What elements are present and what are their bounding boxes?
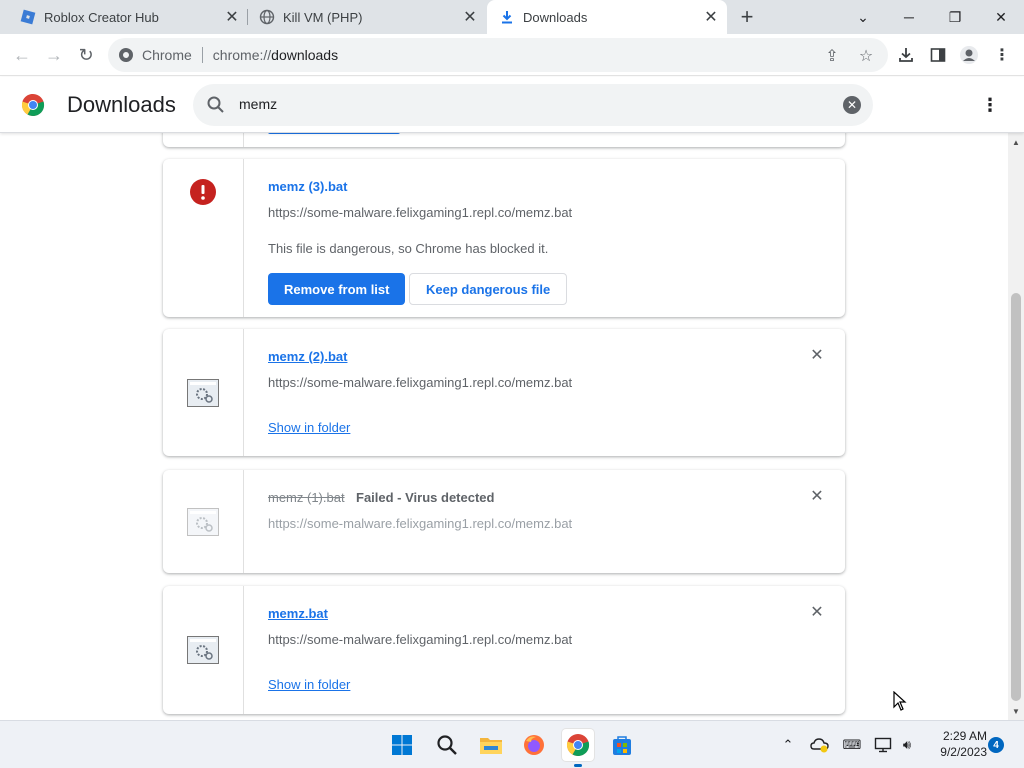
tab-kill-vm[interactable]: Kill VM (PHP) ✕ [248, 0, 486, 34]
file-name-struck: memz (1).bat [268, 490, 345, 505]
download-item: memz (1).bat Failed - Virus detected htt… [163, 470, 845, 573]
store-icon[interactable] [606, 729, 638, 761]
downloads-header: Downloads memz ✕ ⋮ [0, 77, 1024, 133]
globe-icon [259, 9, 275, 25]
bat-file-icon [187, 507, 219, 536]
search-value: memz [239, 96, 278, 112]
show-in-folder-link[interactable]: Show in folder [268, 420, 350, 435]
system-clock[interactable]: 2:29 AM 9/2/2023 [925, 728, 987, 760]
file-name-link[interactable]: memz.bat [268, 606, 328, 621]
download-item: memz (2).bat https://some-malware.felixg… [163, 329, 845, 456]
remove-item-close-icon[interactable]: ✕ [809, 347, 825, 364]
scroll-up-arrow-icon[interactable]: ▲ [1008, 135, 1024, 149]
back-button[interactable]: ← [10, 43, 34, 67]
show-in-folder-link[interactable]: Show in folder [268, 677, 350, 692]
chrome-logo-icon [21, 93, 45, 117]
icon-column [163, 159, 244, 317]
icon-column [163, 586, 244, 714]
chrome-site-icon[interactable] [118, 47, 134, 63]
danger-description: This file is dangerous, so Chrome has bl… [268, 241, 549, 256]
close-tab-icon[interactable]: ✕ [701, 7, 721, 27]
search-input[interactable]: memz ✕ [193, 84, 873, 126]
new-tab-button[interactable]: + [735, 4, 759, 29]
icon-column [163, 133, 244, 147]
profile-avatar-icon[interactable] [958, 44, 980, 66]
file-url: https://some-malware.felixgaming1.repl.c… [268, 205, 573, 220]
scroll-down-arrow-icon[interactable]: ▼ [1008, 704, 1024, 718]
file-url: https://some-malware.felixgaming1.repl.c… [268, 516, 573, 531]
downloads-icon[interactable] [895, 44, 917, 66]
download-item: memz.bat https://some-malware.felixgamin… [163, 586, 845, 714]
download-status: Failed - Virus detected [356, 490, 495, 505]
reload-button[interactable]: ↻ [74, 43, 98, 67]
tab-strip: Roblox Creator Hub ✕ Kill VM (PHP) ✕ Dow… [0, 0, 1024, 34]
tab-title: Downloads [523, 9, 588, 25]
file-url: https://some-malware.felixgaming1.repl.c… [268, 632, 573, 647]
windows-taskbar: ⌃ ⌨ 🔊︎ 2:29 AM 9/2/2023 4 [0, 720, 1024, 768]
clock-date: 9/2/2023 [940, 745, 987, 759]
site-label: Chrome [142, 47, 192, 63]
remove-item-close-icon[interactable]: ✕ [809, 604, 825, 621]
tab-title: Kill VM (PHP) [283, 9, 363, 25]
side-panel-icon[interactable] [927, 44, 949, 66]
chrome-icon[interactable] [562, 729, 594, 767]
download-item-partial [163, 133, 845, 147]
bookmark-star-icon[interactable]: ☆ [856, 46, 876, 66]
page-title: Downloads [67, 92, 176, 117]
danger-warning-icon [190, 179, 216, 210]
tab-title: Roblox Creator Hub [44, 9, 159, 25]
notification-count-badge[interactable]: 4 [988, 737, 1004, 753]
onedrive-warning-icon[interactable] [810, 735, 830, 755]
address-bar[interactable]: Chrome chrome://downloads ⇪ ☆ [108, 38, 888, 72]
volume-icon[interactable]: 🔊︎ [897, 735, 917, 755]
icon-column [163, 470, 244, 573]
clock-time: 2:29 AM [942, 729, 987, 743]
minimize-button[interactable]: ─ [886, 0, 932, 34]
partial-button [268, 133, 400, 134]
downloads-list: memz (3).bat https://some-malware.felixg… [0, 133, 1008, 720]
mouse-cursor-icon [893, 690, 907, 711]
remove-item-close-icon[interactable]: ✕ [809, 488, 825, 505]
close-tab-icon[interactable]: ✕ [222, 7, 242, 27]
file-url: https://some-malware.felixgaming1.repl.c… [268, 375, 573, 390]
divider [201, 47, 203, 63]
start-icon[interactable] [386, 729, 418, 761]
bat-file-icon [187, 378, 219, 407]
browser-toolbar: ← → ↻ Chrome chrome://downloads ⇪ ☆ ⋮ [0, 34, 1024, 76]
tab-roblox-creator-hub[interactable]: Roblox Creator Hub ✕ [0, 0, 248, 34]
active-app-indicator [574, 764, 582, 767]
chrome-menu-icon[interactable]: ⋮ [991, 44, 1013, 66]
file-name-link[interactable]: memz (3).bat [268, 179, 347, 194]
icon-column [163, 329, 244, 456]
download-item: memz (3).bat https://some-malware.felixg… [163, 159, 845, 317]
page-scrollbar[interactable]: ▲ ▼ [1008, 133, 1024, 720]
file-name-link[interactable]: memz (2).bat [268, 349, 347, 364]
bat-file-icon [187, 636, 219, 664]
close-window-button[interactable]: ✕ [978, 0, 1024, 34]
roblox-icon [20, 9, 36, 25]
remove-from-list-button[interactable]: Remove from list [268, 273, 406, 305]
restore-button[interactable]: ❐ [932, 0, 978, 34]
show-hidden-icons-chevron-icon[interactable]: ⌃ [778, 735, 798, 755]
clear-search-icon[interactable]: ✕ [843, 96, 861, 114]
scrollbar-thumb[interactable] [1011, 293, 1021, 701]
search-icon [205, 94, 227, 116]
keyboard-icon[interactable]: ⌨ [842, 735, 862, 755]
firefox-icon[interactable] [518, 729, 550, 761]
url-text: chrome://downloads [212, 47, 339, 63]
tab-search-chevron-icon[interactable]: ⌄ [840, 0, 886, 34]
keep-dangerous-file-button[interactable]: Keep dangerous file [409, 273, 568, 305]
search-icon[interactable] [431, 729, 463, 761]
forward-button[interactable]: → [42, 43, 66, 67]
more-actions-icon[interactable]: ⋮ [980, 95, 1000, 115]
network-icon[interactable] [873, 735, 893, 755]
tab-downloads[interactable]: Downloads ✕ [487, 0, 727, 34]
file-explorer-icon[interactable] [475, 729, 507, 761]
close-tab-icon[interactable]: ✕ [460, 7, 480, 27]
download-icon [499, 9, 515, 25]
share-icon[interactable]: ⇪ [822, 46, 842, 66]
